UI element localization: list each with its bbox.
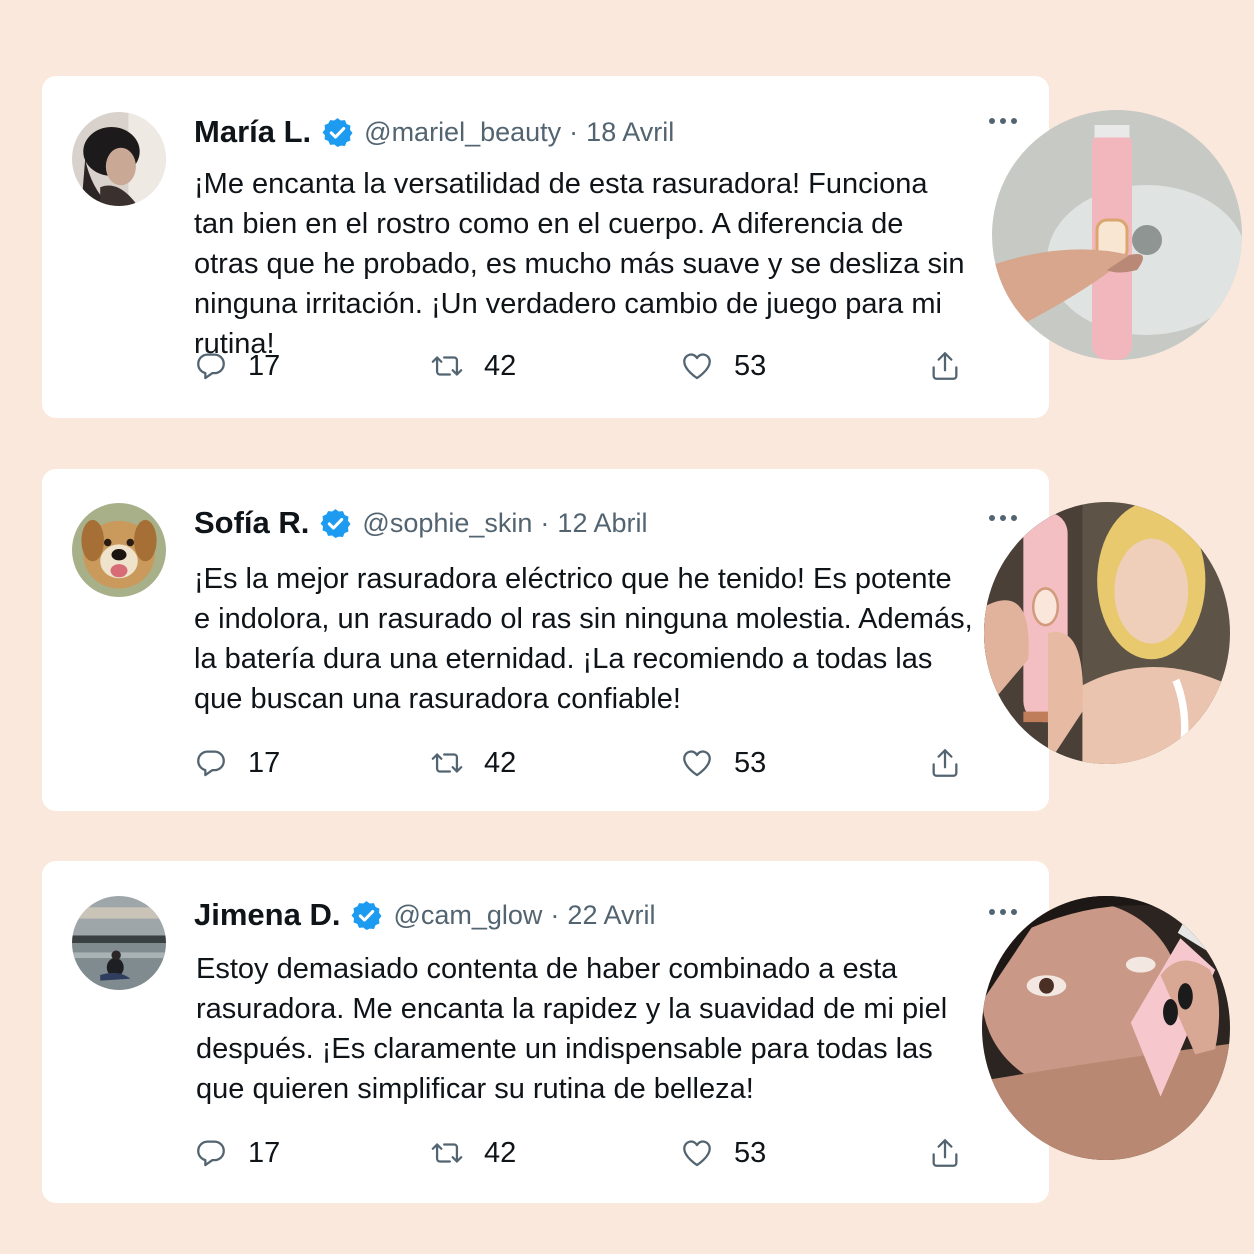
product-photo[interactable] <box>984 502 1230 764</box>
woman-holding-shaver-icon <box>984 502 1230 764</box>
retweet-icon <box>431 356 463 376</box>
reply-count: 17 <box>248 349 281 382</box>
like-button[interactable]: 53 <box>680 1133 766 1173</box>
like-count: 53 <box>734 1136 767 1169</box>
tweet-date[interactable]: 18 Avril <box>586 117 674 148</box>
author-name[interactable]: Jimena D. <box>194 897 340 933</box>
verified-badge-icon <box>350 899 383 932</box>
heart-icon <box>683 750 711 777</box>
share-icon <box>932 749 958 777</box>
author-handle[interactable]: @sophie_skin <box>362 508 532 539</box>
retweet-count: 42 <box>484 1136 517 1169</box>
like-button[interactable]: 53 <box>680 743 766 783</box>
tweet-actions: 17 42 53 <box>194 1133 974 1173</box>
author-name[interactable]: María L. <box>194 114 311 150</box>
like-count: 53 <box>734 746 767 779</box>
retweet-button[interactable]: 42 <box>430 1133 516 1173</box>
retweet-count: 42 <box>484 349 517 382</box>
product-photo[interactable] <box>982 896 1230 1160</box>
share-button[interactable] <box>928 346 962 386</box>
avatar[interactable] <box>72 896 166 990</box>
share-button[interactable] <box>928 743 962 783</box>
retweet-count: 42 <box>484 746 517 779</box>
tweet-card: Sofía R. @sophie_skin · 12 Abril ¡Es la … <box>42 469 1049 811</box>
pink-shaver-in-hand-icon <box>992 110 1242 360</box>
heart-icon <box>683 353 711 380</box>
reply-icon <box>197 750 225 777</box>
reply-count: 17 <box>248 746 281 779</box>
share-icon <box>932 352 958 380</box>
reply-button[interactable]: 17 <box>194 1133 280 1173</box>
share-icon <box>932 1139 958 1167</box>
verified-badge-icon <box>319 507 352 540</box>
avatar[interactable] <box>72 503 166 597</box>
share-button[interactable] <box>928 1133 962 1173</box>
retweet-button[interactable]: 42 <box>430 743 516 783</box>
tweet-card: María L. @mariel_beauty · 18 Avril ¡Me e… <box>42 76 1049 418</box>
more-options-icon[interactable] <box>988 907 1018 917</box>
tweet-date[interactable]: 12 Abril <box>557 508 647 539</box>
more-options-icon[interactable] <box>988 513 1018 523</box>
separator-dot: · <box>550 899 560 930</box>
tweet-actions: 17 42 53 <box>194 743 974 783</box>
author-handle[interactable]: @cam_glow <box>393 900 542 931</box>
like-count: 53 <box>734 349 767 382</box>
tweet-header: Jimena D. @cam_glow · 22 Avril <box>194 897 655 933</box>
author-name[interactable]: Sofía R. <box>194 505 309 541</box>
reply-count: 17 <box>248 1136 281 1169</box>
tweet-header: María L. @mariel_beauty · 18 Avril <box>194 114 674 150</box>
retweet-button[interactable]: 42 <box>430 346 516 386</box>
dog-portrait-icon <box>72 503 166 597</box>
reply-icon <box>197 353 225 380</box>
tweet-text: Estoy demasiado contenta de haber combin… <box>196 953 948 1105</box>
author-handle[interactable]: @mariel_beauty <box>364 117 561 148</box>
reply-icon <box>197 1140 225 1167</box>
more-options-icon[interactable] <box>988 116 1018 126</box>
reply-button[interactable]: 17 <box>194 743 280 783</box>
avatar[interactable] <box>72 112 166 206</box>
tweet-card: Jimena D. @cam_glow · 22 Avril Estoy dem… <box>42 861 1049 1203</box>
lake-sunset-portrait-icon <box>72 896 166 990</box>
tweet-text: ¡Es la mejor rasuradora eléctrico que he… <box>194 563 973 715</box>
like-button[interactable]: 53 <box>680 346 766 386</box>
woman-portrait-icon <box>72 112 166 206</box>
retweet-icon <box>431 1143 463 1163</box>
reply-button[interactable]: 17 <box>194 346 280 386</box>
tweet-date[interactable]: 22 Avril <box>567 900 655 931</box>
verified-badge-icon <box>321 116 354 149</box>
tweet-text: ¡Me encanta la versatilidad de esta rasu… <box>194 168 965 360</box>
separator-dot: · <box>569 116 579 147</box>
tweet-header: Sofía R. @sophie_skin · 12 Abril <box>194 505 647 541</box>
retweet-icon <box>431 753 463 773</box>
product-photo[interactable] <box>992 110 1242 360</box>
woman-shaving-arm-icon <box>982 896 1230 1160</box>
separator-dot: · <box>540 507 550 538</box>
heart-icon <box>683 1140 711 1167</box>
tweet-actions: 17 42 53 <box>194 346 974 386</box>
